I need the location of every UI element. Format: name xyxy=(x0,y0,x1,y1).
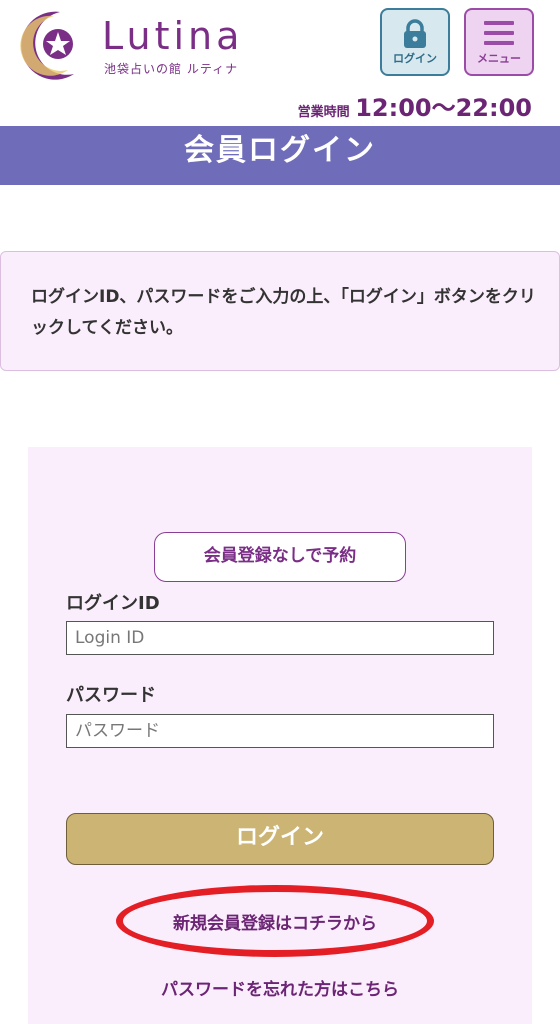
business-hours: 営業時間 12:00〜22:00 xyxy=(298,88,532,123)
forgot-password-link[interactable]: パスワードを忘れた方はこちら xyxy=(28,975,532,1000)
header-login-label: ログイン xyxy=(393,52,437,65)
hamburger-icon xyxy=(484,21,514,45)
header-login-button[interactable]: ログイン xyxy=(380,8,450,76)
hours-time: 12:00〜22:00 xyxy=(355,94,532,122)
lock-icon xyxy=(404,19,426,48)
login-id-label: ログインID xyxy=(66,593,160,614)
password-input[interactable] xyxy=(66,714,494,748)
header-menu-button[interactable]: メニュー xyxy=(464,8,534,76)
register-link-highlight: 新規会員登録はコチラから xyxy=(116,885,434,957)
header-menu-label: メニュー xyxy=(477,52,521,65)
notice-text: ログインID、パスワードをご入力の上、「ログイン」ボタンをクリックしてください。 xyxy=(31,287,536,338)
reserve-without-membership-button[interactable]: 会員登録なしで予約 xyxy=(154,532,406,582)
new-member-register-link[interactable]: 新規会員登録はコチラから xyxy=(116,909,434,934)
login-submit-button[interactable]: ログイン xyxy=(66,813,494,865)
page-title: 会員ログイン xyxy=(184,133,376,168)
brand-subtitle: 池袋占いの館 ルティナ xyxy=(104,62,239,76)
site-header: Lutina 池袋占いの館 ルティナ ログイン メニュー 営業時間 12:00〜… xyxy=(0,0,560,126)
password-label: パスワード xyxy=(66,685,156,706)
page-title-bar: 会員ログイン xyxy=(0,126,560,185)
hours-label: 営業時間 xyxy=(297,105,350,120)
login-id-input[interactable] xyxy=(66,621,494,655)
brand-name: Lutina xyxy=(102,14,244,58)
login-form-panel: 会員登録なしで予約 ログインID パスワード ログイン 新規会員登録はコチラから… xyxy=(28,447,532,1024)
login-instructions: ログインID、パスワードをご入力の上、「ログイン」ボタンをクリックしてください。 xyxy=(0,251,560,371)
lutina-logo-icon[interactable] xyxy=(14,8,92,80)
